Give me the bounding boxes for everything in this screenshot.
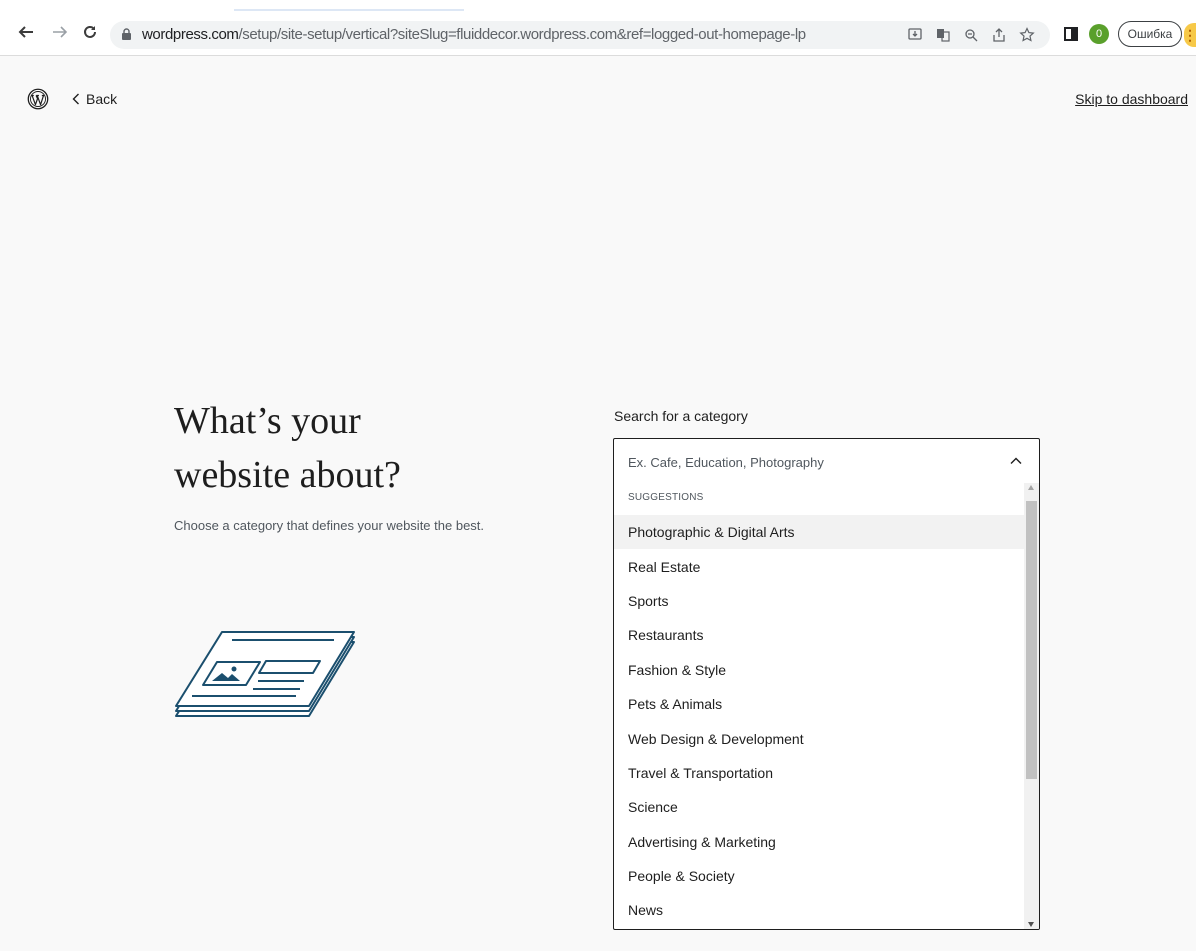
suggestion-option[interactable]: People & Society: [614, 859, 1025, 893]
category-search-label: Search for a category: [614, 408, 748, 424]
suggestion-option[interactable]: Photographic & Digital Arts: [614, 515, 1025, 550]
install-app-icon[interactable]: [906, 26, 924, 44]
suggestion-option[interactable]: Advertising & Marketing: [614, 825, 1025, 859]
url-path: /setup/site-setup/vertical?siteSlug=flui…: [238, 26, 807, 43]
profile-avatar[interactable]: 0: [1089, 24, 1109, 44]
back-label: Back: [86, 91, 118, 107]
page-title: What’s your website about?: [174, 400, 401, 496]
browser-toolbar: wordpress.com/setup/site-setup/vertical?…: [0, 0, 1196, 56]
suggestion-option[interactable]: News: [614, 893, 1025, 927]
translate-icon[interactable]: [934, 26, 952, 44]
suggestion-option[interactable]: Travel & Transportation: [614, 756, 1025, 790]
zoom-icon[interactable]: [962, 26, 980, 44]
reload-icon[interactable]: [78, 20, 102, 44]
back-button[interactable]: Back: [72, 91, 117, 107]
skip-to-dashboard-link[interactable]: Skip to dashboard: [1075, 91, 1188, 107]
category-combobox: SUGGESTIONS Photographic & Digital Arts …: [613, 438, 1040, 930]
back-arrow-icon[interactable]: [14, 20, 38, 44]
forward-arrow-icon[interactable]: [48, 20, 72, 44]
suggestions-list: Photographic & Digital Arts Real Estate …: [614, 515, 1025, 928]
address-bar[interactable]: wordpress.com/setup/site-setup/vertical?…: [110, 21, 1050, 49]
url-text[interactable]: wordpress.com/setup/site-setup/vertical?…: [142, 26, 806, 43]
side-panel-icon[interactable]: [1061, 24, 1081, 44]
tab-strip: [0, 0, 1196, 11]
menu-dots-icon[interactable]: ⋮: [1183, 23, 1196, 47]
suggestions-scrollbar[interactable]: [1024, 483, 1039, 929]
error-chip[interactable]: Ошибка: [1118, 21, 1182, 47]
wordpress-logo-icon[interactable]: [27, 88, 49, 110]
scroll-down-arrow-icon[interactable]: [1028, 922, 1034, 927]
suggestion-option[interactable]: Web Design & Development: [614, 721, 1025, 755]
active-tab-indicator: [234, 9, 464, 11]
suggestions-heading: SUGGESTIONS: [628, 492, 704, 503]
page-subtitle: Choose a category that defines your webs…: [174, 518, 485, 533]
url-host: wordpress.com: [142, 26, 239, 43]
chevron-up-icon[interactable]: [1009, 455, 1023, 467]
suggestion-option[interactable]: Sports: [614, 584, 1025, 618]
suggestion-option[interactable]: Restaurants: [614, 618, 1025, 652]
lock-icon[interactable]: [122, 28, 131, 40]
suggestion-option[interactable]: Science: [614, 790, 1025, 824]
scroll-up-arrow-icon[interactable]: [1028, 485, 1034, 490]
share-icon[interactable]: [990, 26, 1008, 44]
suggestion-option[interactable]: Fashion & Style: [614, 653, 1025, 687]
suggestion-option[interactable]: Pets & Animals: [614, 687, 1025, 721]
chevron-left-icon: [72, 93, 79, 105]
suggestion-option[interactable]: Real Estate: [614, 549, 1025, 583]
category-search-input[interactable]: [614, 439, 1039, 485]
website-pages-illustration: [175, 631, 355, 717]
scrollbar-thumb[interactable]: [1026, 501, 1037, 779]
bookmark-star-icon[interactable]: [1018, 26, 1036, 44]
